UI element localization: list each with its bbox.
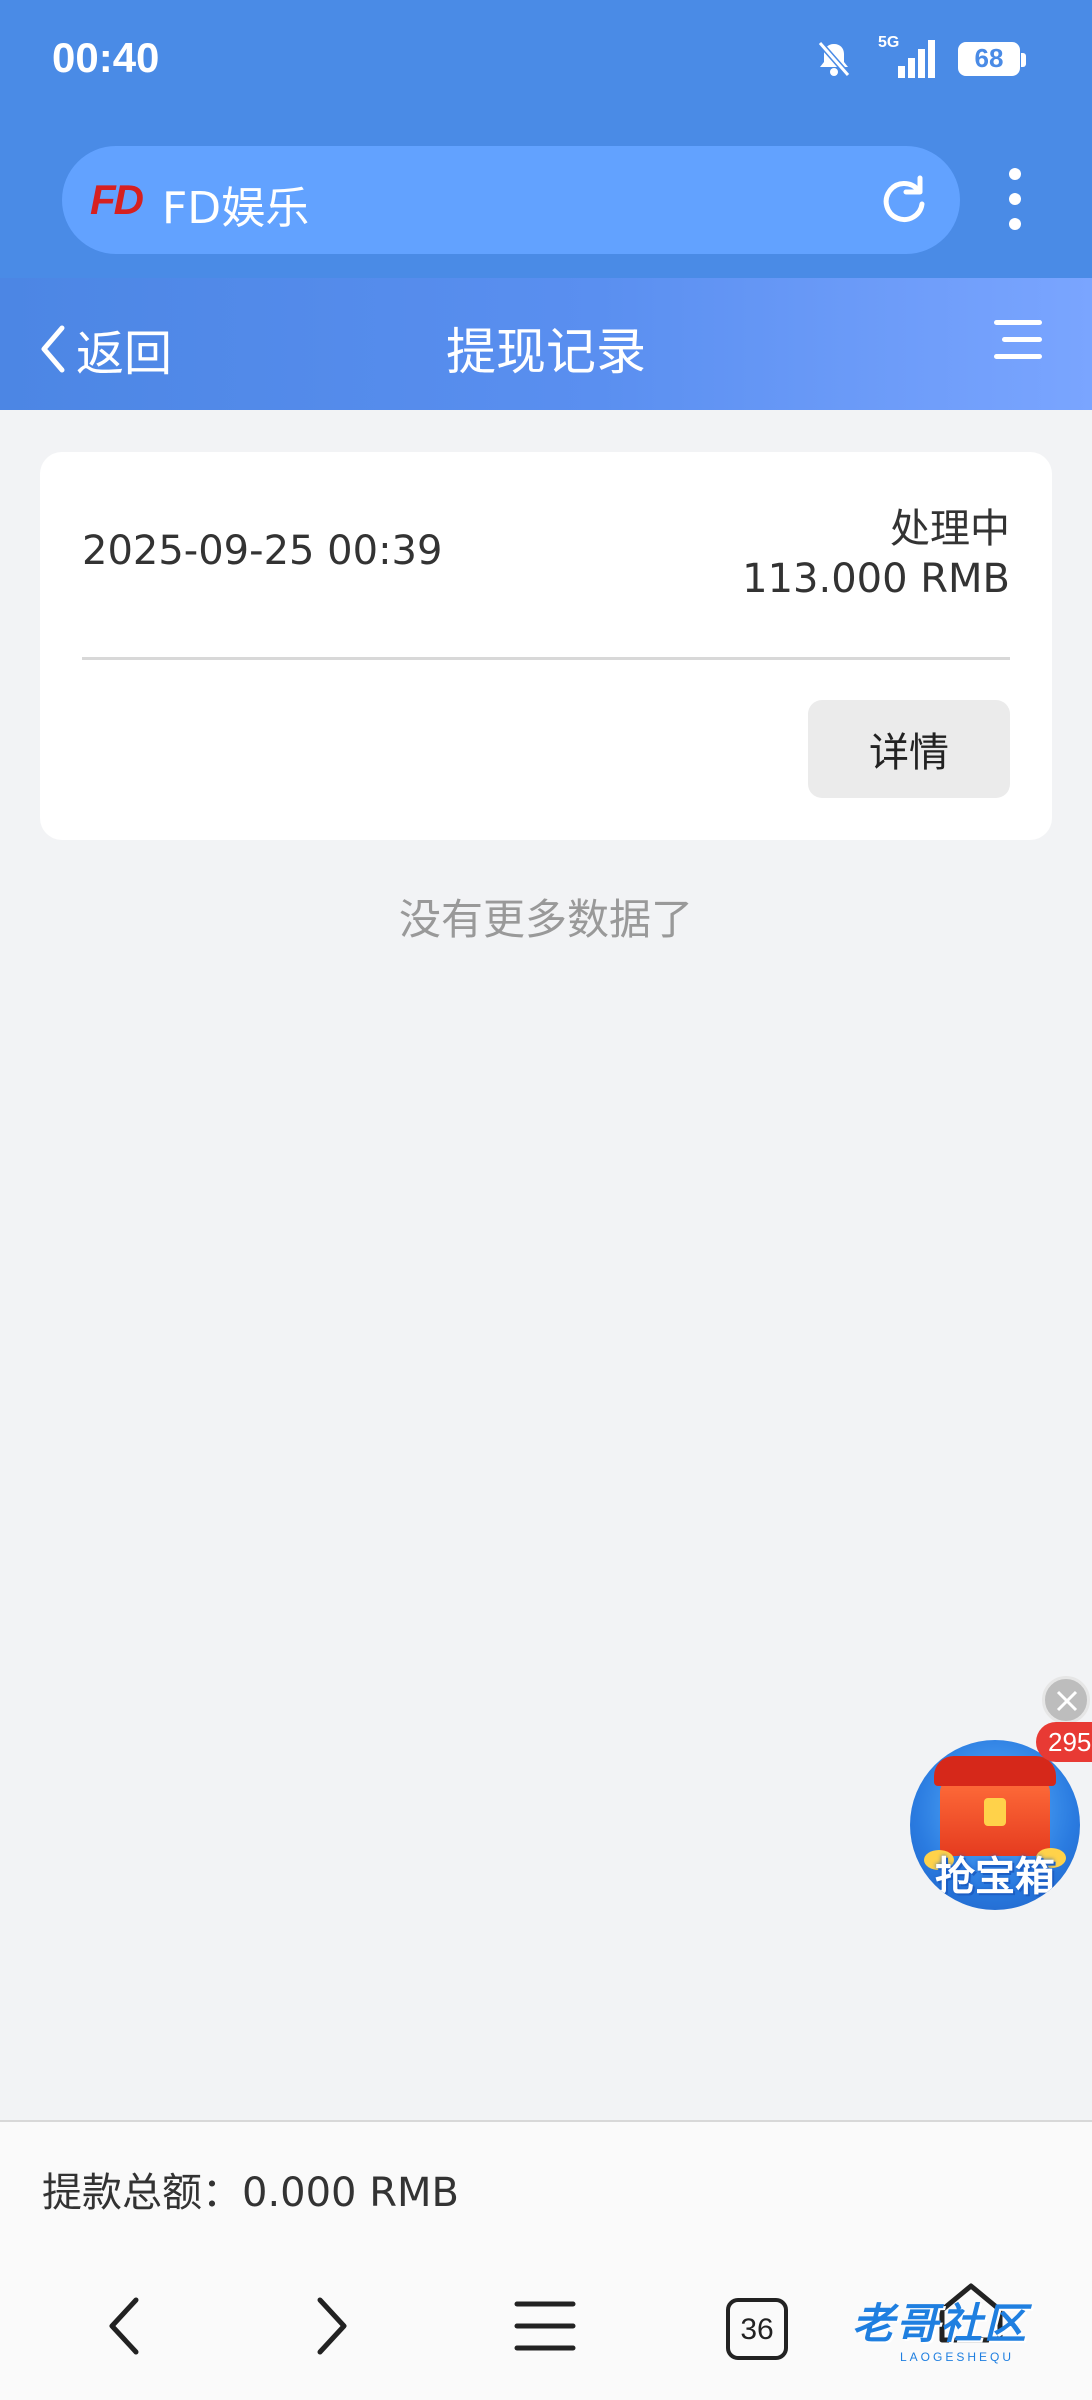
- withdrawal-total: 提款总额：0.000 RMB: [42, 2170, 459, 2216]
- withdrawal-total-bar: 提款总额：0.000 RMB: [0, 2120, 1092, 2252]
- status-icons: 5G 68: [814, 34, 1026, 80]
- signal-icon: 5G: [874, 34, 938, 80]
- treasure-badge: 295: [1036, 1722, 1092, 1762]
- browser-top-area: 00:40 5G 68 FD FD娱乐: [0, 0, 1092, 278]
- browser-bottom-bar: 36 老哥社区 LAOGESHEQU: [0, 2250, 1092, 2400]
- page-header: 返回 提现记录: [0, 278, 1092, 410]
- watermark-logo: 老哥社区: [852, 2299, 1029, 2348]
- detail-button[interactable]: 详情: [808, 700, 1010, 798]
- mute-bell-icon: [817, 41, 851, 77]
- page-title: 提现记录: [446, 323, 646, 381]
- browser-menu-icon[interactable]: [1000, 168, 1030, 232]
- tabs-button[interactable]: 36: [726, 2298, 788, 2360]
- record-amount: 113.000 RMB: [742, 556, 1010, 602]
- treasure-chest-button[interactable]: 抢宝箱: [910, 1740, 1080, 1910]
- battery-level: 68: [974, 43, 1004, 73]
- list-end-text: 没有更多数据了: [398, 895, 693, 944]
- withdrawal-record-card: 2025-09-25 00:39 处理中 113.000 RMB 详情: [40, 452, 1052, 840]
- site-logo: FD: [90, 176, 144, 223]
- battery-icon: 68: [958, 42, 1026, 76]
- address-bar[interactable]: FD FD娱乐: [62, 146, 960, 254]
- treasure-label: 抢宝箱: [935, 1854, 1055, 1900]
- close-icon[interactable]: [1042, 1676, 1090, 1724]
- menu-lines-icon[interactable]: [514, 2300, 576, 2352]
- record-status: 处理中: [890, 506, 1010, 552]
- record-datetime: 2025-09-25 00:39: [82, 528, 443, 574]
- divider: [82, 657, 1010, 660]
- back-arrow-icon[interactable]: [104, 2294, 144, 2358]
- menu-icon[interactable]: [994, 320, 1042, 371]
- network-type: 5G: [878, 34, 900, 51]
- forward-arrow-icon[interactable]: [312, 2294, 352, 2358]
- status-time: 00:40: [52, 34, 160, 81]
- site-name: FD娱乐: [162, 183, 310, 234]
- reload-icon[interactable]: [878, 174, 930, 226]
- watermark-sub: LAOGESHEQU: [900, 2350, 1015, 2364]
